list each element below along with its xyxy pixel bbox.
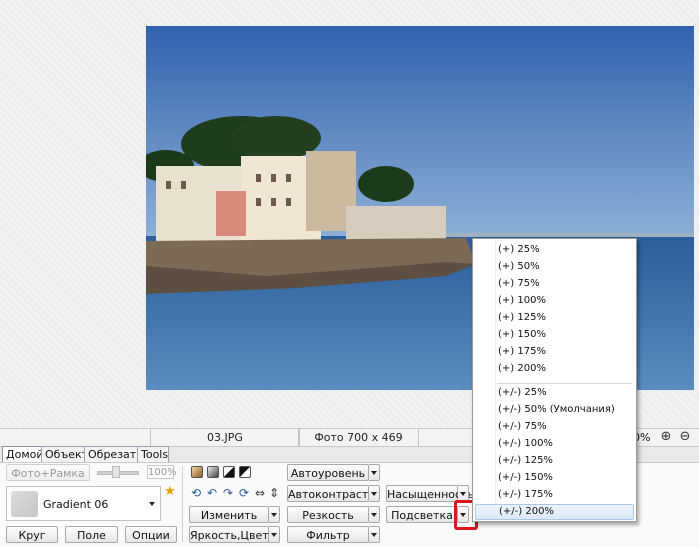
photo-frame-button[interactable]: Фото+Рамка [6,464,90,481]
brightness-dropdown-arrow[interactable] [269,526,280,543]
gradient-swatch [11,491,38,517]
menu-item[interactable]: (+) 125% [475,310,634,326]
autocontrast-dropdown-arrow[interactable] [369,485,380,502]
rotate-right-icon[interactable]: ⟳ [237,486,251,500]
sepia-icon[interactable] [191,466,203,478]
filter-button[interactable]: Фильтр [287,526,369,543]
star-icon[interactable]: ★ [164,485,176,498]
menu-item[interactable]: (+/-) 175% [475,487,634,503]
zoom-in-icon[interactable]: ⊕ [659,430,673,444]
sharpness-dropdown-arrow[interactable] [369,506,380,523]
divider [182,466,183,542]
grayscale-icon[interactable] [207,466,219,478]
autolevel-button[interactable]: Автоуровень [287,464,369,481]
undo-icon[interactable]: ↶ [205,486,219,500]
tab-tools[interactable]: Tools [137,446,169,462]
menu-item[interactable]: (+) 150% [475,327,634,343]
autolevel-dropdown-arrow[interactable] [369,464,380,481]
menu-item[interactable]: (+/-) 25% [475,385,634,401]
brightness-color-button[interactable]: Яркость,Цвет [189,526,269,543]
menu-item[interactable]: (+/-) 100% [475,436,634,452]
tab-home[interactable]: Домой [2,446,44,463]
invert-icon[interactable] [239,466,251,478]
change-button[interactable]: Изменить [189,506,269,523]
redo-icon[interactable]: ↷ [221,486,235,500]
filename-label: 03.JPG [150,429,300,446]
menu-item[interactable]: (+/-) 125% [475,453,634,469]
gradient-label: Gradient 06 [43,498,109,511]
menu-item-highlighted[interactable]: (+/-) 200% [475,504,634,520]
field-button[interactable]: Поле [65,526,118,543]
menu-item[interactable]: (+) 50% [475,259,634,275]
flip-horizontal-icon[interactable]: ⇔ [253,486,267,500]
photo-size-label: Фото 700 x 469 [298,429,419,446]
flip-vertical-icon[interactable]: ⇕ [267,486,281,500]
tab-crop[interactable]: Обрезать [84,446,143,462]
highlight-menu: (+) 25% (+) 50% (+) 75% (+) 100% (+) 125… [472,238,637,522]
menu-item[interactable]: (+) 200% [475,361,634,377]
menu-item[interactable]: (+) 175% [475,344,634,360]
zoom-out-icon[interactable]: ⊖ [678,430,692,444]
circle-button[interactable]: Круг [6,526,58,543]
bw-icon[interactable] [223,466,235,478]
opacity-slider-thumb[interactable] [112,466,120,478]
menu-item[interactable]: (+) 100% [475,293,634,309]
saturation-button[interactable]: Насыщенность [386,485,474,502]
chevron-down-icon [149,502,155,506]
menu-item[interactable]: (+/-) 150% [475,470,634,486]
menu-item[interactable]: (+/-) 75% [475,419,634,435]
gradient-select[interactable]: Gradient 06 [6,486,161,521]
rotate-left-icon[interactable]: ⟲ [189,486,203,500]
options-button[interactable]: Опции [125,526,177,543]
filter-dropdown-arrow[interactable] [369,526,380,543]
menu-item[interactable]: (+) 75% [475,276,634,292]
sharpness-button[interactable]: Резкость [287,506,369,523]
menu-item[interactable]: (+) 25% [475,242,634,258]
autocontrast-button[interactable]: Автоконтраст [287,485,369,502]
tab-object[interactable]: Объект [41,446,88,462]
menu-separator [497,383,632,384]
opacity-percent[interactable]: 100% [147,465,177,479]
highlight-button[interactable]: Подсветка [386,506,458,523]
change-dropdown-arrow[interactable] [269,506,280,523]
menu-item[interactable]: (+/-) 50% (Умолчания) [475,402,634,418]
